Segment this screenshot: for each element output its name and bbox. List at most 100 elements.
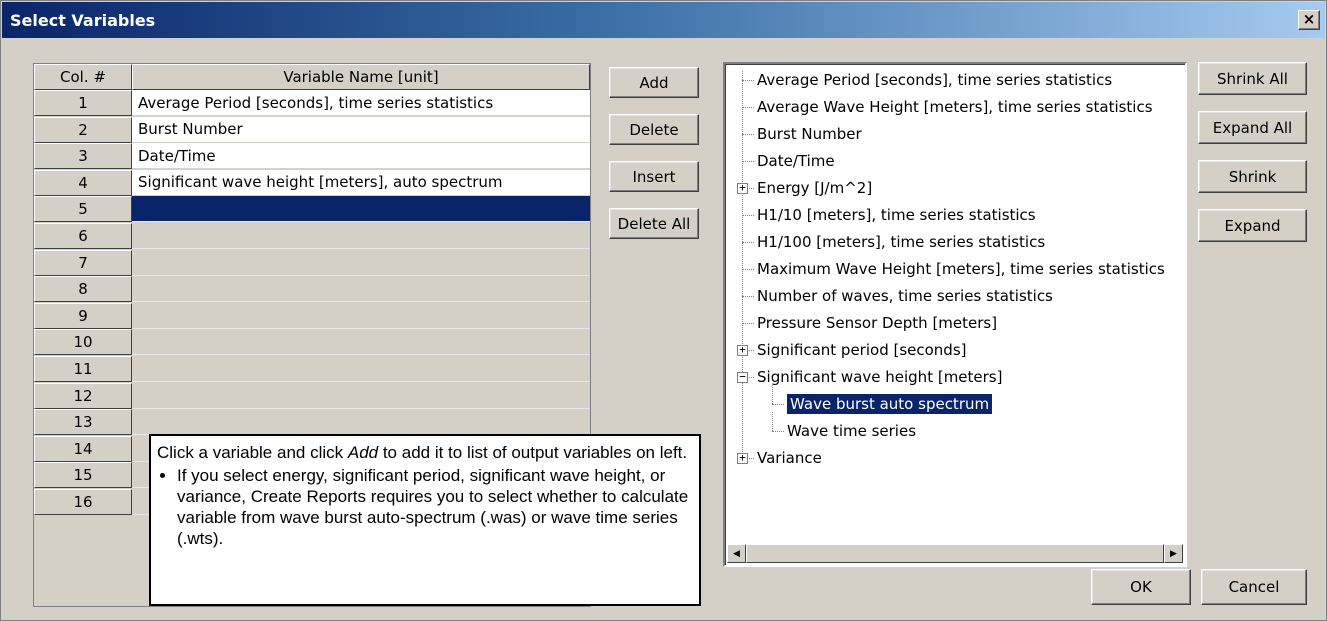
variable-name-cell[interactable] <box>132 303 590 329</box>
shrink-button[interactable]: Shrink <box>1198 160 1307 193</box>
tree-item-label: Pressure Sensor Depth [meters] <box>757 314 998 332</box>
tree-connector <box>742 107 754 108</box>
tree-item[interactable]: Significant wave height [meters] <box>757 364 1002 390</box>
row-number[interactable]: 8 <box>34 276 132 303</box>
expand-all-button[interactable]: Expand All <box>1198 111 1307 144</box>
tree-connector <box>742 134 754 135</box>
tree-item[interactable]: Burst Number <box>757 121 862 147</box>
variable-name-cell[interactable] <box>132 383 590 409</box>
variable-name-cell[interactable] <box>132 196 590 223</box>
tree-item-label: Average Period [seconds], time series st… <box>757 71 1113 89</box>
window-title: Select Variables <box>10 11 156 30</box>
horizontal-scrollbar[interactable]: ◀ ▶ <box>727 544 1183 563</box>
row-number[interactable]: 13 <box>34 409 132 436</box>
tree-item-label: Maximum Wave Height [meters], time serie… <box>757 260 1165 278</box>
row-number[interactable]: 7 <box>34 249 132 276</box>
tree-connector <box>742 269 754 270</box>
variable-name-cell[interactable] <box>132 223 590 249</box>
tree-item[interactable]: Average Period [seconds], time series st… <box>757 67 1112 93</box>
help-bullet: If you select energy, significant period… <box>177 465 693 549</box>
tree-item-label: H1/100 [meters], time series statistics <box>757 233 1046 251</box>
tree-item[interactable]: Energy [J/m^2] <box>757 175 872 201</box>
tree-item-label: Wave burst auto spectrum <box>787 394 993 414</box>
tree-item-label: Energy [J/m^2] <box>757 179 873 197</box>
tree-item-label: Significant wave height [meters] <box>757 368 1003 386</box>
tree-item[interactable]: H1/100 [meters], time series statistics <box>757 229 1045 255</box>
collapse-minus-icon[interactable]: − <box>737 371 748 383</box>
tree-connector <box>772 412 773 431</box>
variable-name-cell[interactable]: Average Period [seconds], time series st… <box>132 90 590 116</box>
title-bar[interactable]: Select Variables × <box>2 2 1325 38</box>
tree-item-label: Variance <box>757 449 822 467</box>
col-number-header[interactable]: Col. # <box>34 64 132 90</box>
variable-name-cell[interactable] <box>132 329 590 356</box>
tree-connector <box>772 431 784 432</box>
expand-plus-icon[interactable]: + <box>737 182 748 194</box>
add-button[interactable]: Add <box>609 67 699 98</box>
row-number[interactable]: 6 <box>34 223 132 249</box>
row-number[interactable]: 14 <box>34 435 132 462</box>
tree-item[interactable]: Variance <box>757 445 822 471</box>
row-number[interactable]: 4 <box>34 169 132 196</box>
tree-connector <box>742 71 743 458</box>
shrink-all-button[interactable]: Shrink All <box>1198 62 1307 95</box>
tree-connector <box>742 296 754 297</box>
delete-all-button[interactable]: Delete All <box>609 208 699 239</box>
tree-item-label: Date/Time <box>757 152 835 170</box>
select-variables-dialog: Select Variables × Col. # Variable Name … <box>0 0 1327 621</box>
available-variables-tree[interactable]: Average Period [seconds], time series st… <box>723 62 1187 567</box>
variable-name-cell[interactable] <box>132 356 590 382</box>
tree-item[interactable]: Wave burst auto spectrum <box>787 391 993 417</box>
tree-item[interactable]: Significant period [seconds] <box>757 337 967 363</box>
scroll-left-icon[interactable]: ◀ <box>727 544 746 563</box>
row-number[interactable]: 11 <box>34 356 132 382</box>
help-text-add: Add <box>347 443 379 462</box>
tree-item-label: H1/10 [meters], time series statistics <box>757 206 1036 224</box>
tree-item[interactable]: Wave time series <box>787 418 916 444</box>
tree-item-label: Average Wave Height [meters], time serie… <box>757 98 1153 116</box>
insert-button[interactable]: Insert <box>609 161 699 192</box>
tree-connector <box>742 215 754 216</box>
row-number[interactable]: 10 <box>34 329 132 356</box>
variable-name-cell[interactable]: Date/Time <box>132 143 590 170</box>
expand-plus-icon[interactable]: + <box>737 452 748 464</box>
tree-item[interactable]: Date/Time <box>757 148 835 174</box>
expand-button[interactable]: Expand <box>1198 209 1307 242</box>
tree-item[interactable]: Maximum Wave Height [meters], time serie… <box>757 256 1165 282</box>
row-number[interactable]: 15 <box>34 462 132 489</box>
tree-item[interactable]: Number of waves, time series statistics <box>757 283 1053 309</box>
variable-name-cell[interactable] <box>132 409 590 436</box>
scroll-right-icon[interactable]: ▶ <box>1164 544 1183 563</box>
variable-name-cell[interactable]: Significant wave height [meters], auto s… <box>132 169 590 196</box>
variable-name-cell[interactable] <box>132 276 590 303</box>
tree-item-label: Significant period [seconds] <box>757 341 967 359</box>
row-number[interactable]: 12 <box>34 382 132 409</box>
expand-plus-icon[interactable]: + <box>737 344 748 356</box>
help-bullets: If you select energy, significant period… <box>157 465 693 549</box>
tree-item[interactable]: Average Wave Height [meters], time serie… <box>757 94 1153 120</box>
tree-item[interactable]: Pressure Sensor Depth [meters] <box>757 310 997 336</box>
tree-connector <box>742 242 754 243</box>
row-number[interactable]: 5 <box>34 196 132 223</box>
variable-name-cell[interactable] <box>132 250 590 276</box>
tree-connector <box>742 80 754 81</box>
row-number[interactable]: 2 <box>34 116 132 143</box>
variable-name-header[interactable]: Variable Name [unit] <box>132 64 590 90</box>
row-number[interactable]: 16 <box>34 489 132 515</box>
ok-button[interactable]: OK <box>1091 569 1191 605</box>
tree-item-label: Number of waves, time series statistics <box>757 287 1053 305</box>
cancel-button[interactable]: Cancel <box>1201 569 1307 605</box>
row-number[interactable]: 3 <box>34 143 132 170</box>
tree-item[interactable]: H1/10 [meters], time series statistics <box>757 202 1036 228</box>
row-number[interactable]: 9 <box>34 302 132 329</box>
row-number[interactable]: 1 <box>34 90 132 116</box>
tree-item-label: Burst Number <box>757 125 862 143</box>
tree-connector <box>742 161 754 162</box>
scroll-thumb[interactable] <box>746 544 1164 563</box>
delete-button[interactable]: Delete <box>609 114 699 145</box>
help-text-pre: Click a variable and click <box>157 443 348 462</box>
variable-name-cell[interactable]: Burst Number <box>132 116 590 143</box>
tree-item-label: Wave time series <box>787 422 917 440</box>
close-button[interactable]: × <box>1298 10 1320 30</box>
tree-connector <box>742 323 754 324</box>
